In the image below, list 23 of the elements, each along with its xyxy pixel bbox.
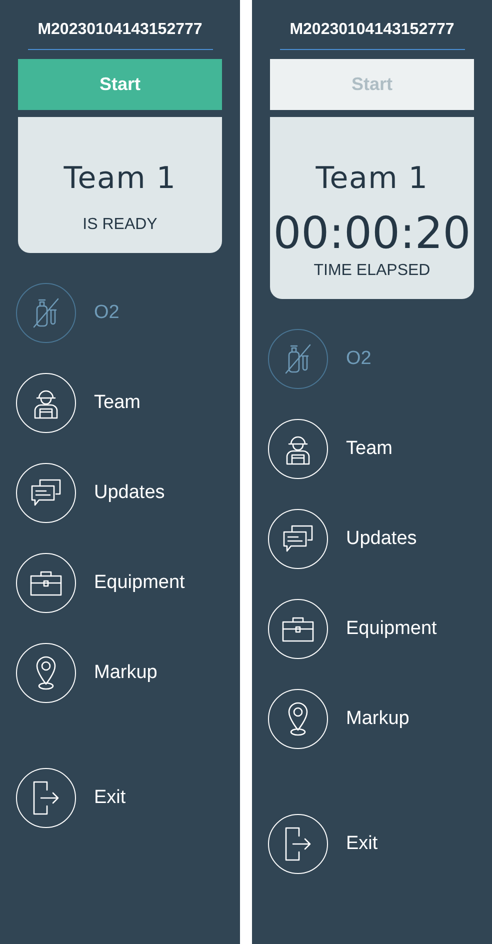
mission-id: M20230104143152777 <box>280 17 464 50</box>
team-name: Team 1 <box>316 161 428 197</box>
menu-item[interactable]: Equipment <box>16 553 240 613</box>
oxygen-tank-icon <box>31 296 61 330</box>
menu-item[interactable]: Markup <box>16 643 240 703</box>
oxygen-tank-icon <box>283 342 313 376</box>
team-status: IS READY <box>82 215 158 235</box>
elapsed-timer: 00:00:20 <box>273 209 471 259</box>
exit-door-icon <box>283 826 313 862</box>
menu-item[interactable]: Team <box>268 419 492 479</box>
team-status: TIME ELAPSED <box>314 261 430 281</box>
briefcase-icon <box>29 569 63 597</box>
menu-item[interactable]: Equipment <box>268 599 492 659</box>
menu-item[interactable]: Markup <box>268 689 492 749</box>
menu-item[interactable]: Team <box>16 373 240 433</box>
menu-item[interactable]: Exit <box>16 768 240 828</box>
mission-id: M20230104143152777 <box>28 17 212 50</box>
team-name: Team 1 <box>64 161 176 197</box>
menu-item[interactable]: Exit <box>268 814 492 874</box>
briefcase-icon <box>281 615 315 643</box>
menu-item[interactable]: Updates <box>268 509 492 569</box>
menu-item[interactable]: Updates <box>16 463 240 523</box>
exit-door-icon <box>31 780 61 816</box>
